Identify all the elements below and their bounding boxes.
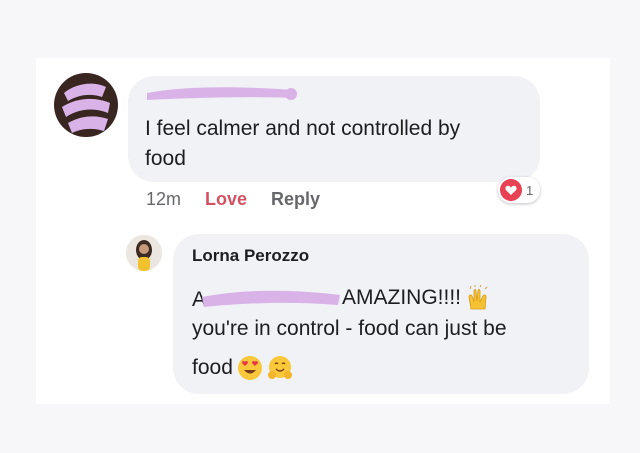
heart-eyes-icon [237, 355, 263, 381]
avatar-redaction [62, 83, 110, 133]
comment-actions: 12m Love Reply [146, 186, 320, 212]
reply-text-line2: you're in control - food can just be [192, 317, 507, 340]
reaction-count: 1 [526, 182, 534, 198]
hugging-face-icon [267, 355, 293, 381]
footer-strip [0, 404, 640, 453]
heart-reaction-icon [500, 179, 522, 201]
reply-button[interactable]: Reply [271, 189, 320, 210]
reply-exclamation: AMAZING!!!! [342, 286, 462, 309]
raising-hands-icon [465, 285, 491, 311]
mention-redaction: A [192, 285, 342, 311]
comment-text: I feel calmer and not controlled by food [145, 117, 461, 170]
comment-timestamp: 12m [146, 188, 182, 209]
replier-name[interactable]: Lorna Perozzo [192, 246, 309, 266]
reply-text-line1: A AMAZING!!!! [192, 283, 582, 313]
replier-avatar[interactable] [126, 235, 162, 271]
reaction-summary[interactable]: 1 [498, 177, 540, 203]
love-button[interactable]: Love [205, 189, 247, 210]
reply-text-food: food [192, 356, 233, 379]
reply-text-line3: food [192, 352, 293, 384]
author-name-redaction [147, 87, 297, 100]
commenter-avatar[interactable] [54, 73, 118, 137]
profile-photo-icon [126, 235, 162, 271]
